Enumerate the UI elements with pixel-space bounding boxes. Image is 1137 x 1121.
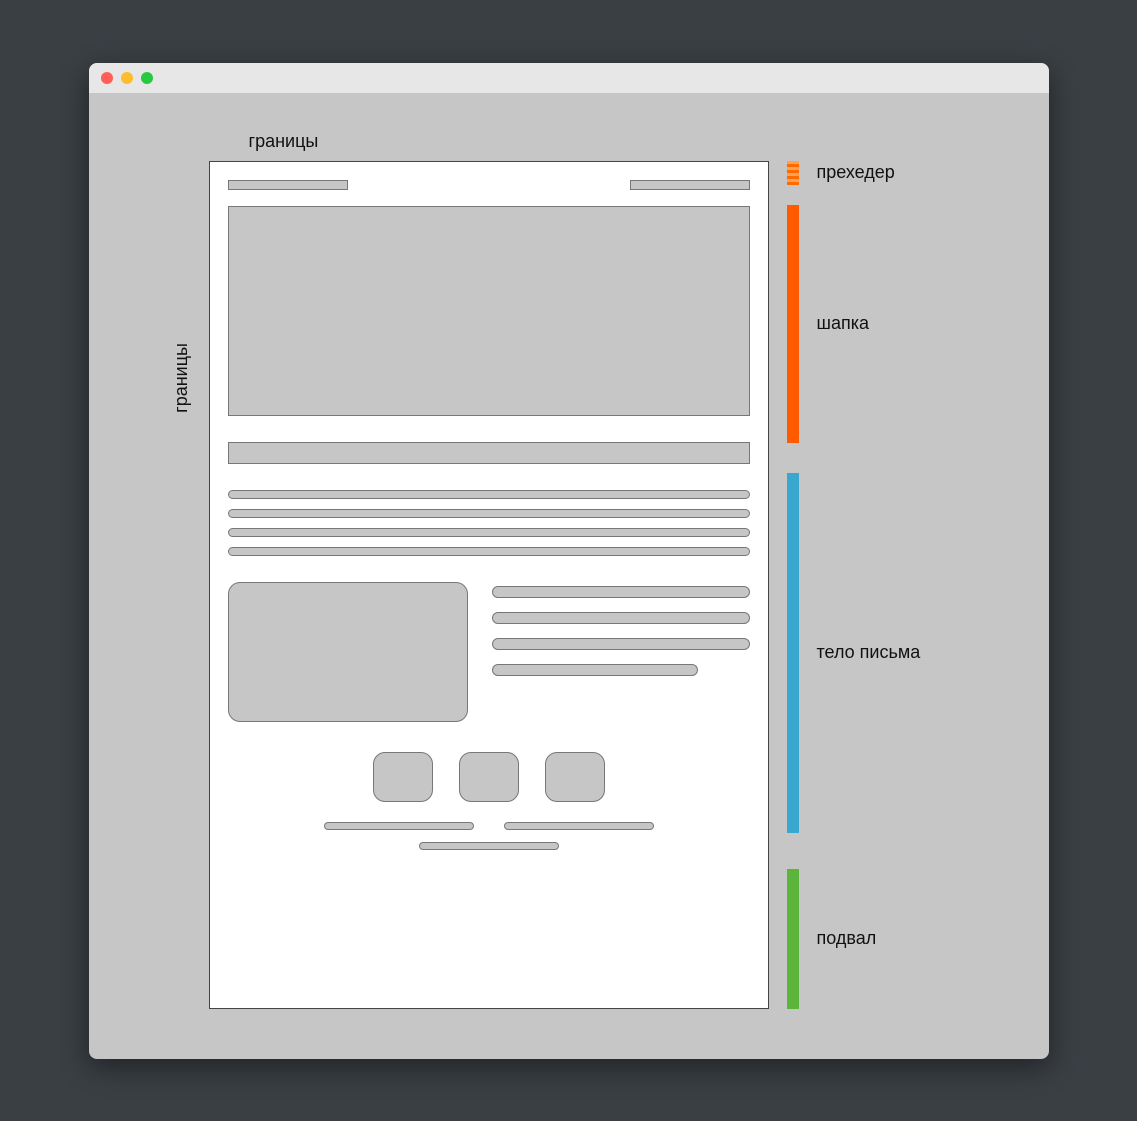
text-line-placeholder xyxy=(492,612,750,624)
legend-bar-header xyxy=(787,205,799,443)
close-icon[interactable] xyxy=(101,72,113,84)
legend-label-header: шапка xyxy=(817,313,869,334)
text-line-placeholder xyxy=(228,509,750,518)
legend-column: прехедер шапка тело письма подвал xyxy=(787,161,921,1009)
text-line-placeholder xyxy=(492,586,750,598)
legend-bar-footer xyxy=(787,869,799,1009)
legend-label-preheader: прехедер xyxy=(817,162,895,183)
text-line-placeholder xyxy=(228,547,750,556)
text-line-placeholder xyxy=(228,528,750,537)
boundary-label-left: границы xyxy=(171,343,192,413)
legend-bar-preheader xyxy=(787,161,799,185)
text-line-placeholder xyxy=(228,490,750,499)
footer-text-placeholder xyxy=(504,822,654,830)
heading-placeholder xyxy=(228,442,750,464)
preheader-text-placeholder xyxy=(228,180,348,190)
legend-item-header: шапка xyxy=(787,205,921,443)
content-text-column xyxy=(492,582,750,722)
text-line-placeholder xyxy=(492,638,750,650)
window-titlebar xyxy=(89,63,1049,93)
email-wireframe xyxy=(209,161,769,1009)
paragraph-section xyxy=(228,490,750,556)
footer-text-placeholder xyxy=(324,822,474,830)
legend-item-footer: подвал xyxy=(787,869,921,1009)
browser-window: границы границы xyxy=(89,63,1049,1059)
social-icon-placeholder xyxy=(459,752,519,802)
social-icon-placeholder xyxy=(545,752,605,802)
preheader-section xyxy=(228,180,750,190)
legend-item-body: тело письма xyxy=(787,473,921,833)
preheader-link-placeholder xyxy=(630,180,750,190)
footer-text-section xyxy=(228,822,750,850)
diagram-canvas: границы границы xyxy=(89,93,1049,1059)
social-icon-placeholder xyxy=(373,752,433,802)
legend-bar-body xyxy=(787,473,799,833)
legend-label-footer: подвал xyxy=(817,928,877,949)
boundary-label-top: границы xyxy=(249,131,319,152)
minimize-icon[interactable] xyxy=(121,72,133,84)
legend-item-preheader: прехедер xyxy=(787,161,921,185)
maximize-icon[interactable] xyxy=(141,72,153,84)
hero-image-placeholder xyxy=(228,206,750,416)
footer-icons-row xyxy=(228,752,750,802)
content-image-placeholder xyxy=(228,582,468,722)
content-block xyxy=(228,582,750,722)
text-line-placeholder xyxy=(492,664,698,676)
legend-label-body: тело письма xyxy=(817,642,921,663)
footer-text-placeholder xyxy=(419,842,559,850)
